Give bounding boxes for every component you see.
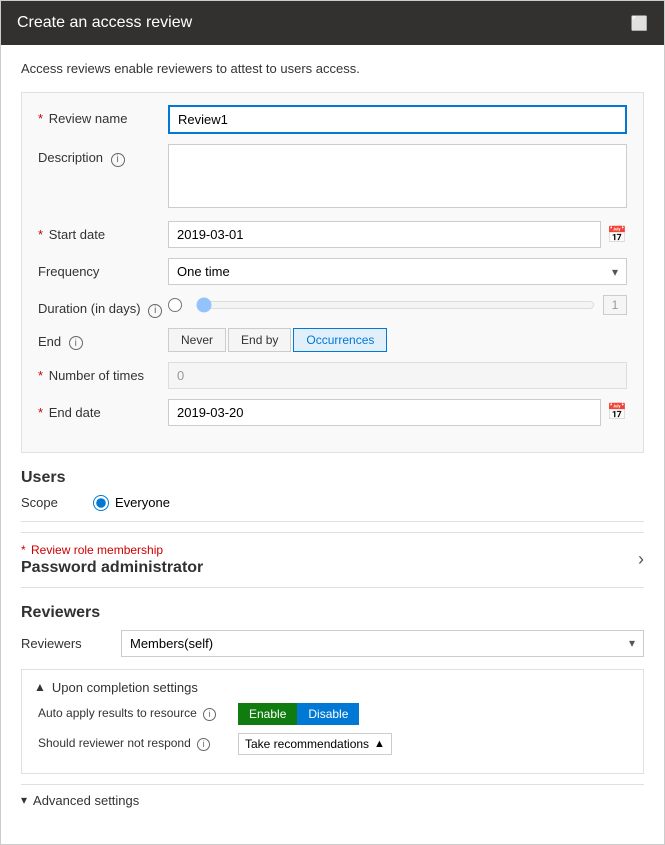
auto-apply-disable-button[interactable]: Disable <box>297 703 359 725</box>
end-date-input[interactable] <box>168 399 601 426</box>
completion-settings-header[interactable]: ▲ Upon completion settings <box>34 680 631 695</box>
main-content: Access reviews enable reviewers to attes… <box>1 45 664 844</box>
review-name-required-star: * <box>38 111 43 126</box>
completion-chevron-up-icon: ▲ <box>34 680 46 694</box>
number-of-times-label: * Number of times <box>38 362 168 383</box>
reviewers-field-label: Reviewers <box>21 636 121 651</box>
start-date-control: 📅 <box>168 221 627 248</box>
reviewers-section-title: Reviewers <box>21 604 644 622</box>
end-control: Never End by Occurrences <box>168 328 627 352</box>
end-info-icon[interactable]: i <box>69 336 83 350</box>
description-input[interactable] <box>168 144 627 208</box>
review-name-control <box>168 105 627 134</box>
number-of-times-required-star: * <box>38 368 43 383</box>
role-chevron-right-icon: › <box>638 549 644 570</box>
scope-everyone-label: Everyone <box>115 495 170 510</box>
start-date-input[interactable] <box>168 221 601 248</box>
description-row: Description i <box>38 144 627 211</box>
users-section-title: Users <box>21 469 644 487</box>
duration-slider-row: 1 <box>168 295 627 315</box>
end-date-required-star: * <box>38 405 43 420</box>
advanced-chevron-down-icon: ▾ <box>21 793 27 807</box>
auto-apply-label: Auto apply results to resource i <box>38 706 238 721</box>
scope-label: Scope <box>21 495 81 510</box>
reviewers-row: Reviewers Members(self) Selected users M… <box>21 630 644 657</box>
end-by-button[interactable]: End by <box>228 328 291 352</box>
auto-apply-info-icon[interactable]: i <box>203 708 216 721</box>
end-buttons-group: Never End by Occurrences <box>168 328 627 352</box>
review-name-input[interactable] <box>168 105 627 134</box>
duration-slider[interactable] <box>196 297 595 313</box>
completion-settings: ▲ Upon completion settings Auto apply re… <box>21 669 644 774</box>
end-date-calendar-icon[interactable]: 📅 <box>607 402 627 422</box>
start-date-row: * Start date 📅 <box>38 221 627 248</box>
end-date-control: 📅 <box>168 399 627 426</box>
role-section-left: * Review role membership Password admini… <box>21 543 638 577</box>
auto-apply-row: Auto apply results to resource i Enable … <box>34 703 631 725</box>
description-label: Description i <box>38 144 168 167</box>
users-divider <box>21 521 644 522</box>
number-of-times-input[interactable] <box>168 362 627 389</box>
duration-row: Duration (in days) i 1 <box>38 295 627 318</box>
title-bar: Create an access review ⬜ <box>1 1 664 45</box>
form-section: * Review name Description i <box>21 92 644 453</box>
end-date-field: 📅 <box>168 399 627 426</box>
not-respond-row: Should reviewer not respond i Take recom… <box>34 733 631 755</box>
not-respond-label: Should reviewer not respond i <box>38 736 238 751</box>
role-membership-section[interactable]: * Review role membership Password admini… <box>21 532 644 588</box>
create-access-review-window: Create an access review ⬜ Access reviews… <box>0 0 665 845</box>
number-of-times-control <box>168 362 627 389</box>
end-never-button[interactable]: Never <box>168 328 226 352</box>
end-row: End i Never End by Occurrences <box>38 328 627 352</box>
start-date-field: 📅 <box>168 221 627 248</box>
duration-control: 1 <box>168 295 627 315</box>
review-name-label: * Review name <box>38 105 168 126</box>
subtitle: Access reviews enable reviewers to attes… <box>21 61 644 76</box>
minimize-icon[interactable]: ⬜ <box>631 15 648 32</box>
scope-everyone-radio[interactable] <box>93 495 109 511</box>
frequency-chevron-down-icon: ▾ <box>612 265 618 279</box>
role-section-label: * Review role membership <box>21 543 638 557</box>
auto-apply-toggle-group: Enable Disable <box>238 703 359 725</box>
reviewers-select-wrapper: Members(self) Selected users Managers ▾ <box>121 630 644 657</box>
frequency-label: Frequency <box>38 258 168 279</box>
end-date-row: * End date 📅 <box>38 399 627 426</box>
users-section: Users Scope Everyone <box>21 469 644 522</box>
description-info-icon[interactable]: i <box>111 153 125 167</box>
scope-row: Scope Everyone <box>21 495 644 511</box>
not-respond-select-wrapper: Take recommendations Approve access Deny… <box>238 733 392 755</box>
not-respond-info-icon[interactable]: i <box>197 738 210 751</box>
end-date-label: * End date <box>38 399 168 420</box>
reviewers-chevron-down-icon: ▾ <box>629 636 635 650</box>
number-of-times-row: * Number of times <box>38 362 627 389</box>
auto-apply-enable-button[interactable]: Enable <box>238 703 297 725</box>
role-required-star: * <box>21 543 26 557</box>
window-title: Create an access review <box>17 14 192 32</box>
duration-info-icon[interactable]: i <box>148 304 162 318</box>
frequency-select-wrapper: One time Weekly Monthly Quarterly Annual… <box>168 258 627 285</box>
frequency-select[interactable]: One time Weekly Monthly Quarterly Annual… <box>177 264 612 279</box>
description-control <box>168 144 627 211</box>
duration-label: Duration (in days) i <box>38 295 168 318</box>
end-occurrences-button[interactable]: Occurrences <box>293 328 387 352</box>
frequency-row: Frequency One time Weekly Monthly Quarte… <box>38 258 627 285</box>
duration-radio[interactable] <box>168 298 182 312</box>
role-value: Password administrator <box>21 559 638 577</box>
advanced-settings-header[interactable]: ▾ Advanced settings <box>21 784 644 816</box>
frequency-control: One time Weekly Monthly Quarterly Annual… <box>168 258 627 285</box>
reviewers-section: Reviewers Reviewers Members(self) Select… <box>21 604 644 816</box>
start-date-required-star: * <box>38 227 43 242</box>
not-respond-select[interactable]: Take recommendations Approve access Deny… <box>245 737 370 751</box>
start-date-label: * Start date <box>38 221 168 242</box>
not-respond-chevron-up-icon: ▲ <box>374 738 385 750</box>
start-date-calendar-icon[interactable]: 📅 <box>607 225 627 245</box>
end-label: End i <box>38 328 168 351</box>
reviewers-select[interactable]: Members(self) Selected users Managers <box>130 636 629 651</box>
review-name-row: * Review name <box>38 105 627 134</box>
duration-value: 1 <box>603 295 627 315</box>
